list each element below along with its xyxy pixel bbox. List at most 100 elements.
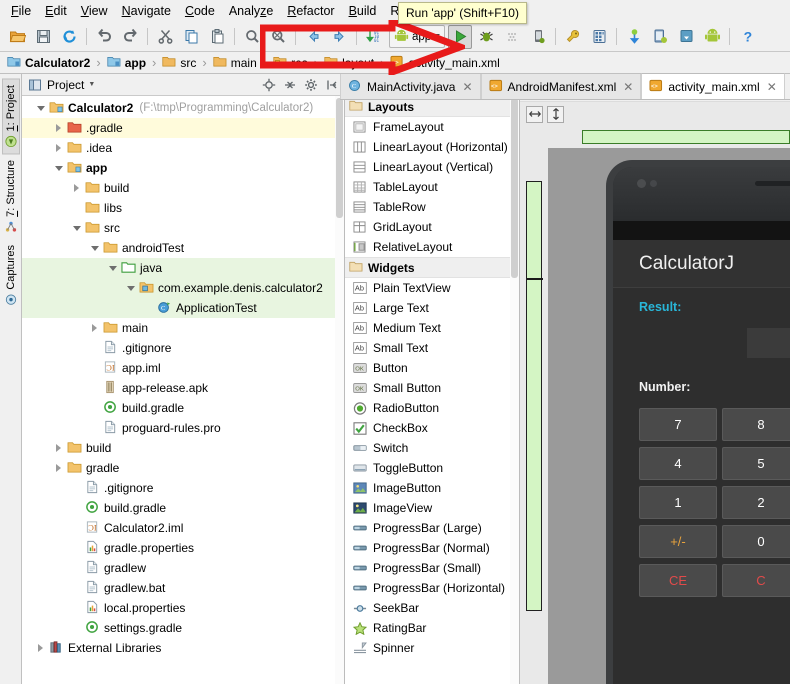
help-button[interactable]: ? <box>735 25 759 49</box>
menu-item-file[interactable]: File <box>4 1 38 21</box>
key-[interactable]: +/- <box>639 525 717 558</box>
tree-node-external-libraries[interactable]: External Libraries <box>22 638 344 658</box>
tree-node-build[interactable]: build <box>22 178 344 198</box>
tree-node-calculator2[interactable]: Calculator2 (F:\tmp\Programming\Calculato… <box>22 98 344 118</box>
tree-expand-arrow-icon[interactable] <box>126 285 135 291</box>
fit-height-icon[interactable] <box>547 105 564 123</box>
palette-item-medium-text[interactable]: Ab Medium Text <box>345 318 519 338</box>
key-C[interactable]: C <box>722 564 790 597</box>
tree-expand-arrow-icon[interactable] <box>74 184 79 192</box>
tree-expander[interactable] <box>50 120 67 137</box>
breadcrumb-item-layout[interactable]: layout <box>322 55 376 71</box>
palette-item-progressbar--horizontal-[interactable]: ProgressBar (Horizontal) <box>345 578 519 598</box>
key-CE[interactable]: CE <box>639 564 717 597</box>
sdk-manager-button[interactable] <box>561 25 585 49</box>
chevron-down-icon[interactable]: ▼ <box>88 81 95 88</box>
tree-expand-arrow-icon[interactable] <box>38 644 43 652</box>
editor-tab-mainactivity-java[interactable]: C MainActivity.java ✕ <box>340 74 481 99</box>
project-tree[interactable]: Calculator2 (F:\tmp\Programming\Calculato… <box>22 96 344 684</box>
save-all-icon[interactable] <box>31 25 55 49</box>
palette-item-radiobutton[interactable]: RadioButton <box>345 398 519 418</box>
attach-debugger-button[interactable] <box>526 25 550 49</box>
tree-expand-arrow-icon[interactable] <box>108 265 117 271</box>
palette-item-small-text[interactable]: Ab Small Text <box>345 338 519 358</box>
tree-node-gradle[interactable]: gradle <box>22 458 344 478</box>
project-tree-scrollbar[interactable] <box>335 96 344 684</box>
palette-item-tablelayout[interactable]: TableLayout <box>345 177 519 197</box>
redo-icon[interactable] <box>118 25 142 49</box>
tree-node-proguard-rules-pro[interactable]: proguard-rules.pro <box>22 418 344 438</box>
tree-node-androidtest[interactable]: androidTest <box>22 238 344 258</box>
replace-icon[interactable] <box>266 25 290 49</box>
palette-item-ratingbar[interactable]: RatingBar <box>345 618 519 638</box>
scrollbar-thumb[interactable] <box>511 98 518 278</box>
breadcrumb-item-app[interactable]: app <box>105 55 148 71</box>
tree-node-libs[interactable]: libs <box>22 198 344 218</box>
palette-item-linearlayout--vertical-[interactable]: LinearLayout (Vertical) <box>345 157 519 177</box>
settings-gear-icon[interactable] <box>302 76 319 93</box>
tree-node--gitignore[interactable]: .gitignore <box>22 338 344 358</box>
palette-item-imagebutton[interactable]: ImageButton <box>345 478 519 498</box>
key-1[interactable]: 1 <box>639 486 717 519</box>
tree-expand-arrow-icon[interactable] <box>56 144 61 152</box>
palette-item-togglebutton[interactable]: ToggleButton <box>345 458 519 478</box>
run-button[interactable] <box>448 24 473 49</box>
locate-icon[interactable] <box>260 76 277 93</box>
tree-expander[interactable] <box>104 260 121 277</box>
tree-expander[interactable] <box>86 240 103 257</box>
android-studio-button[interactable] <box>700 25 724 49</box>
palette-scrollbar[interactable] <box>510 96 519 684</box>
breadcrumb-item-src[interactable]: src <box>160 55 198 71</box>
menu-item-build[interactable]: Build <box>342 1 384 21</box>
run-configuration-selector[interactable]: app ▼ <box>389 25 446 48</box>
sync-gradle-button[interactable] <box>622 25 646 49</box>
key-4[interactable]: 4 <box>639 447 717 480</box>
back-icon[interactable] <box>301 25 325 49</box>
palette-item-spinner[interactable]: Spinner <box>345 638 519 658</box>
menu-item-edit[interactable]: Edit <box>38 1 74 21</box>
palette-item-relativelayout[interactable]: RelativeLayout <box>345 237 519 257</box>
hide-panel-icon[interactable] <box>323 76 340 93</box>
tool-tab-7--structure[interactable]: 7: Structure <box>3 154 19 239</box>
palette-item-large-text[interactable]: Ab Large Text <box>345 298 519 318</box>
tree-node--gradle[interactable]: .gradle <box>22 118 344 138</box>
palette-item-tablerow[interactable]: TableRow <box>345 197 519 217</box>
palette-item-progressbar--large-[interactable]: ProgressBar (Large) <box>345 518 519 538</box>
close-icon[interactable]: ✕ <box>462 80 472 94</box>
fit-width-icon[interactable] <box>526 105 543 123</box>
breadcrumb-item-main[interactable]: main <box>211 55 259 71</box>
tree-node-app-iml[interactable]: ƆI app.iml <box>22 358 344 378</box>
avd-manager-button[interactable] <box>587 25 611 49</box>
tree-expander[interactable] <box>50 440 67 457</box>
key-2[interactable]: 2 <box>722 486 790 519</box>
breadcrumb-item-calculator2[interactable]: Calculator2 <box>5 55 92 71</box>
palette-item-switch[interactable]: Switch <box>345 438 519 458</box>
key-7[interactable]: 7 <box>639 408 717 441</box>
tree-expand-arrow-icon[interactable] <box>56 124 61 132</box>
tree-expander[interactable] <box>32 100 49 117</box>
tree-node-gradle-properties[interactable]: gradle.properties <box>22 538 344 558</box>
tree-expander[interactable] <box>50 140 67 157</box>
chevron-down-icon[interactable]: ▼ <box>434 33 441 40</box>
palette-group-widgets[interactable]: Widgets <box>345 257 519 278</box>
palette-item-framelayout[interactable]: FrameLayout <box>345 117 519 137</box>
cut-icon[interactable] <box>153 25 177 49</box>
sync-icon[interactable] <box>57 25 81 49</box>
palette-item-progressbar--small-[interactable]: ProgressBar (Small) <box>345 558 519 578</box>
tree-node-calculator2-iml[interactable]: ƆI Calculator2.iml <box>22 518 344 538</box>
tree-expand-arrow-icon[interactable] <box>54 165 63 171</box>
tree-node-gradlew[interactable]: gradlew <box>22 558 344 578</box>
tree-expander[interactable] <box>122 280 139 297</box>
tree-node-main[interactable]: main <box>22 318 344 338</box>
key-0[interactable]: 0 <box>722 525 790 558</box>
key-8[interactable]: 8 <box>722 408 790 441</box>
palette-item-linearlayout--horizontal-[interactable]: LinearLayout (Horizontal) <box>345 137 519 157</box>
tree-node-src[interactable]: src <box>22 218 344 238</box>
key-5[interactable]: 5 <box>722 447 790 480</box>
menu-item-analyze[interactable]: Analyze <box>222 1 280 21</box>
palette-item-checkbox[interactable]: CheckBox <box>345 418 519 438</box>
tree-node-app[interactable]: app <box>22 158 344 178</box>
menu-item-view[interactable]: View <box>74 1 115 21</box>
breadcrumb-item-res[interactable]: res <box>271 55 310 71</box>
breadcrumb-item-activity-main-xml[interactable]: <> activity_main.xml <box>388 55 501 71</box>
